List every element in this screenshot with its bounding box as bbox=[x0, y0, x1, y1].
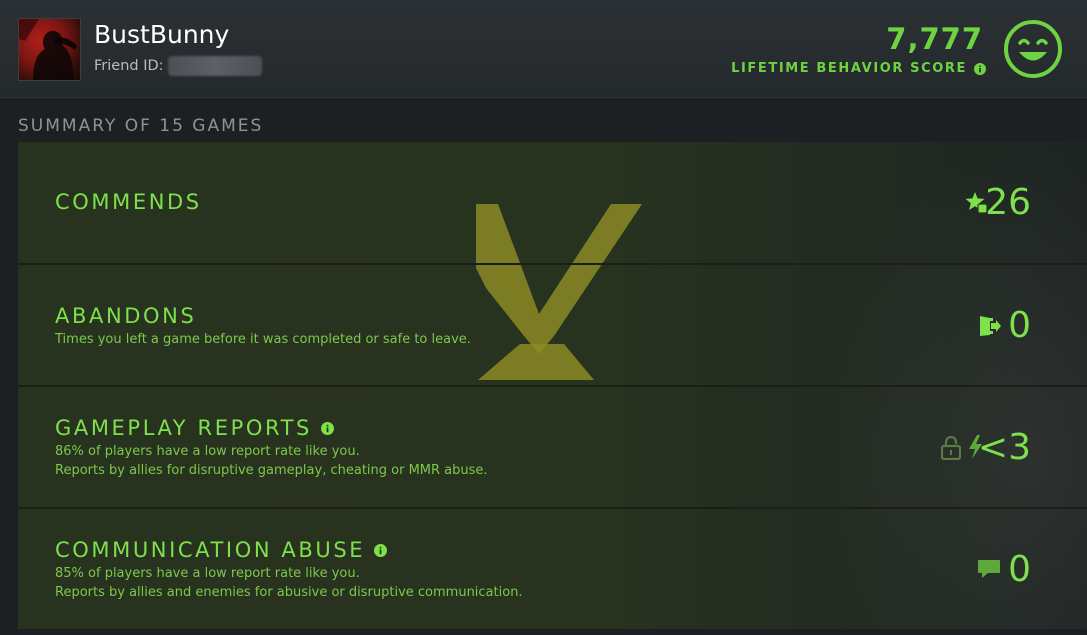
gameplay-reports-row: GAMEPLAY REPORTS 86% of players have a l… bbox=[18, 385, 1087, 507]
abandons-value: 0 bbox=[1008, 305, 1031, 346]
abandons-description: Times you left a game before it was comp… bbox=[55, 332, 471, 347]
commends-title: COMMENDS bbox=[55, 189, 202, 215]
player-name: BustBunny bbox=[94, 20, 230, 49]
info-icon[interactable] bbox=[374, 543, 388, 557]
communication-abuse-description: Reports by allies and enemies for abusiv… bbox=[55, 585, 523, 600]
gameplay-reports-title: GAMEPLAY REPORTS bbox=[55, 415, 334, 441]
summary-title: SUMMARY OF 15 GAMES bbox=[18, 116, 264, 136]
info-icon[interactable] bbox=[320, 421, 334, 435]
commends-title-text: COMMENDS bbox=[55, 190, 202, 214]
info-icon[interactable] bbox=[974, 63, 986, 75]
avatar[interactable] bbox=[18, 18, 81, 81]
exit-door-icon bbox=[980, 316, 1001, 336]
gameplay-reports-description: Reports by allies for disruptive gamepla… bbox=[55, 463, 488, 478]
friend-id-value-redacted bbox=[167, 56, 262, 76]
gameplay-reports-value: <3 bbox=[977, 427, 1031, 468]
gameplay-reports-title-text: GAMEPLAY REPORTS bbox=[55, 416, 312, 440]
behavior-score-label: LIFETIME BEHAVIOR SCORE bbox=[731, 61, 967, 76]
padlock-icon bbox=[941, 436, 961, 460]
abandons-title: ABANDONS bbox=[55, 303, 196, 329]
gameplay-reports-percentile: 86% of players have a low report rate li… bbox=[55, 444, 360, 459]
abandons-row: ABANDONS Times you left a game before it… bbox=[18, 263, 1087, 385]
profile-header: BustBunny Friend ID: 7,777 LIFETIME BEHA… bbox=[0, 0, 1087, 100]
behavior-score-value: 7,777 bbox=[886, 22, 983, 56]
behavior-score-label-row: LIFETIME BEHAVIOR SCORE bbox=[731, 60, 986, 78]
friend-id-label: Friend ID: bbox=[94, 58, 164, 74]
abandons-title-text: ABANDONS bbox=[55, 304, 197, 328]
commends-value: 26 bbox=[985, 182, 1031, 223]
communication-abuse-title: COMMUNICATION ABUSE bbox=[55, 537, 388, 563]
behavior-summary-panel: COMMENDS 26 ABANDONS Times you left a ga… bbox=[18, 142, 1087, 629]
commends-row: COMMENDS 26 bbox=[18, 142, 1087, 263]
communication-abuse-value: 0 bbox=[1008, 549, 1031, 590]
friend-id: Friend ID: bbox=[94, 56, 262, 76]
communication-abuse-row: COMMUNICATION ABUSE 85% of players have … bbox=[18, 507, 1087, 629]
communication-abuse-title-text: COMMUNICATION ABUSE bbox=[55, 538, 366, 562]
communication-abuse-percentile: 85% of players have a low report rate li… bbox=[55, 566, 360, 581]
speech-bubble-icon bbox=[978, 560, 1000, 578]
smiling-face-icon bbox=[1004, 20, 1062, 78]
